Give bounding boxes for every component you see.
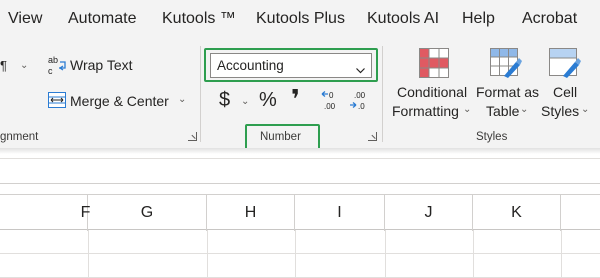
cell-styles-label-line2[interactable]: Styles: [541, 103, 579, 119]
menu-bar: View Automate Kutools ™ Kutools Plus Kut…: [0, 0, 600, 42]
svg-text:.0: .0: [358, 102, 365, 111]
cell-styles-chevron-icon[interactable]: ⌄: [581, 104, 589, 115]
ribbon-shadow: [0, 148, 600, 154]
column-header-f[interactable]: F: [0, 195, 90, 231]
paragraph-dropdown-chevron-icon[interactable]: ⌄: [20, 60, 28, 71]
format-as-table-icon: [490, 48, 522, 78]
merge-center-button[interactable]: Merge & Center: [70, 93, 169, 109]
menu-kutools-ai[interactable]: Kutools AI: [367, 10, 439, 28]
comma-style-button[interactable]: ❜: [291, 84, 300, 115]
merge-center-icon: [48, 92, 66, 108]
accounting-format-chevron-icon[interactable]: ⌄: [241, 96, 249, 107]
group-separator: [382, 46, 383, 142]
wrap-text-button[interactable]: Wrap Text: [70, 57, 133, 73]
number-label-highlight: [245, 124, 320, 150]
grid-column-line: [207, 230, 208, 278]
styles-group-label: Styles: [476, 131, 508, 143]
column-header-j[interactable]: J: [385, 195, 473, 231]
merge-center-dropdown-chevron-icon[interactable]: ⌄: [178, 94, 186, 105]
svg-text:ab: ab: [48, 55, 58, 65]
column-header-h[interactable]: H: [207, 195, 295, 231]
column-headers: F G H I J K: [0, 194, 600, 231]
conditional-formatting-label-line2[interactable]: Formatting: [392, 103, 459, 119]
format-as-table-label-line2[interactable]: Table: [486, 103, 519, 119]
grid-column-line: [473, 230, 474, 278]
svg-text:.00: .00: [354, 91, 366, 100]
svg-text:c: c: [48, 66, 53, 76]
grid-column-line: [295, 230, 296, 278]
increase-decimal-icon[interactable]: 0 .00: [321, 89, 343, 111]
column-header-k[interactable]: K: [473, 195, 561, 231]
cell-styles-label-line1[interactable]: Cell: [553, 84, 577, 100]
menu-help[interactable]: Help: [462, 10, 495, 28]
grid-column-line: [385, 230, 386, 278]
conditional-formatting-label-line1[interactable]: Conditional: [397, 84, 467, 100]
decrease-decimal-icon[interactable]: .00 .0: [349, 89, 371, 111]
alignment-dialog-launcher-icon[interactable]: [188, 132, 197, 141]
accounting-format-button[interactable]: $: [219, 89, 230, 112]
svg-text:.00: .00: [324, 102, 336, 111]
grid-row-line: [0, 253, 600, 254]
conditional-formatting-icon: [419, 48, 449, 78]
percent-style-button[interactable]: %: [259, 89, 277, 112]
grid-column-line: [561, 230, 562, 278]
column-header-i[interactable]: I: [295, 195, 385, 231]
menu-kutools-plus[interactable]: Kutools Plus: [256, 10, 345, 28]
alignment-group-label: gnment: [0, 131, 39, 143]
wrap-text-icon: ab c: [48, 54, 68, 76]
cell-styles-icon: [549, 48, 581, 78]
menu-kutools[interactable]: Kutools ™: [162, 10, 236, 28]
number-dialog-launcher-icon[interactable]: [368, 132, 377, 141]
svg-text:0: 0: [329, 91, 334, 100]
number-format-highlight: [204, 48, 378, 82]
paragraph-direction-icon[interactable]: ¶: [0, 58, 7, 73]
column-header-g[interactable]: G: [88, 195, 207, 231]
format-as-table-label-line1[interactable]: Format as: [476, 84, 539, 100]
conditional-formatting-chevron-icon[interactable]: ⌄: [463, 104, 471, 115]
group-separator: [200, 46, 201, 142]
menu-acrobat[interactable]: Acrobat: [522, 10, 577, 28]
menu-automate[interactable]: Automate: [68, 10, 136, 28]
grid-column-line: [88, 230, 89, 278]
formula-bar[interactable]: [0, 158, 600, 184]
format-as-table-chevron-icon[interactable]: ⌄: [520, 104, 528, 115]
menu-view[interactable]: View: [8, 10, 42, 28]
